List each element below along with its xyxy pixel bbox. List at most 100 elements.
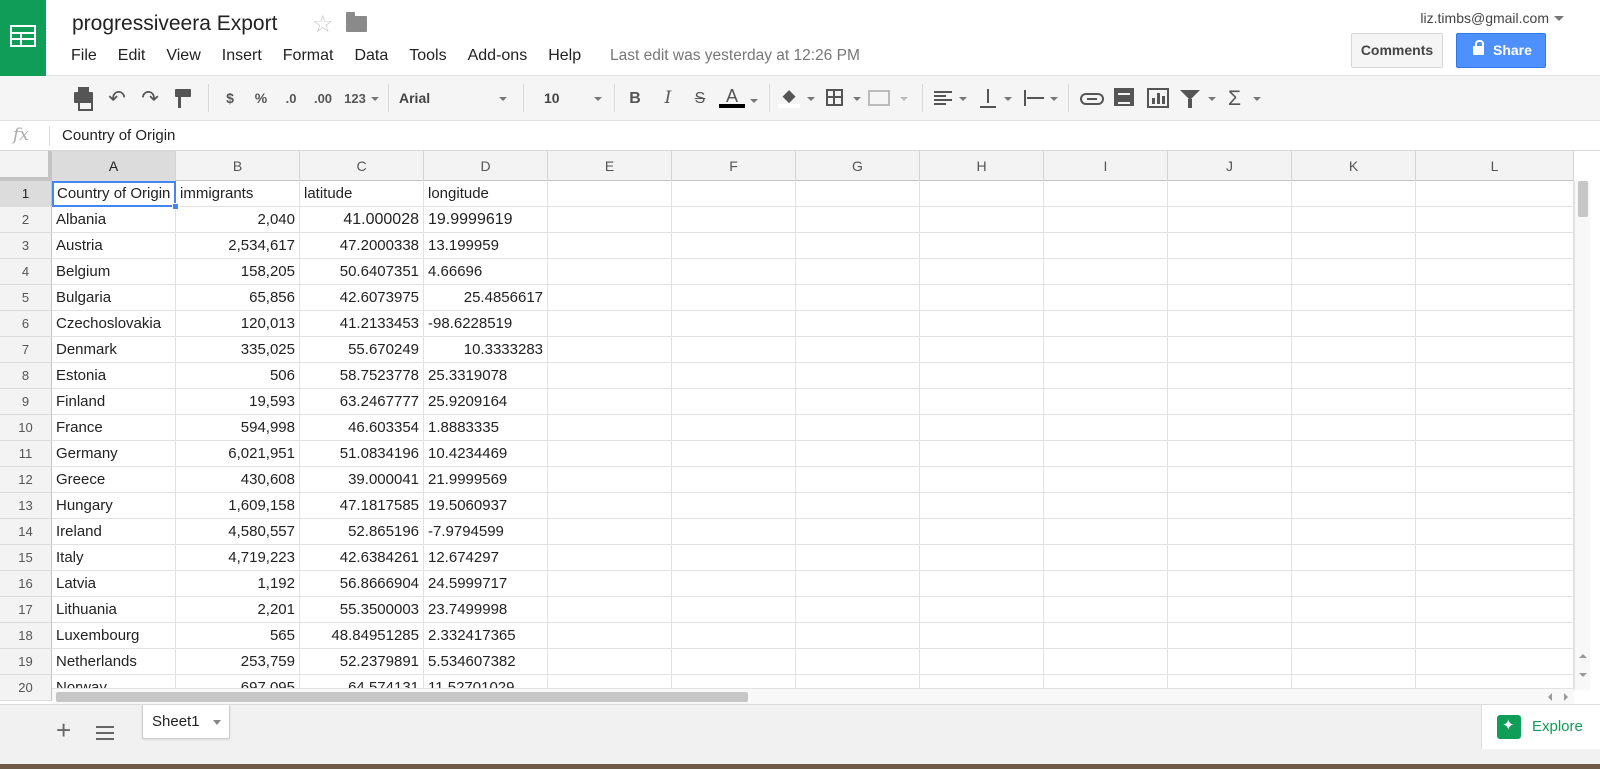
table-cell[interactable] [1416, 597, 1574, 623]
vertical-align-caret-icon[interactable] [1004, 97, 1012, 101]
undo-icon[interactable]: ↶ [106, 76, 128, 121]
table-cell[interactable] [1416, 207, 1574, 233]
currency-format-button[interactable]: $ [219, 76, 241, 121]
table-cell[interactable] [1168, 233, 1292, 259]
table-cell[interactable] [796, 415, 920, 441]
table-cell[interactable] [1044, 493, 1168, 519]
row-header-2[interactable]: 2 [0, 207, 52, 233]
document-title[interactable]: progressiveera Export [72, 12, 277, 36]
column-header-i[interactable]: I [1044, 151, 1168, 181]
table-cell[interactable] [1168, 649, 1292, 675]
explore-button[interactable]: Explore [1481, 705, 1600, 749]
insert-link-icon[interactable] [1080, 93, 1104, 105]
menu-data[interactable]: Data [341, 46, 396, 66]
row-header-4[interactable]: 4 [0, 259, 52, 285]
table-cell[interactable]: 50.6407351 [300, 259, 424, 285]
filter-icon[interactable] [1180, 90, 1200, 108]
horizontal-scroll-thumb[interactable] [56, 692, 748, 702]
table-cell[interactable]: 2,201 [176, 597, 300, 623]
table-cell[interactable] [796, 259, 920, 285]
table-cell[interactable]: 2.332417365 [424, 623, 548, 649]
insert-comment-icon[interactable] [1114, 88, 1134, 106]
table-cell[interactable]: Netherlands [52, 649, 176, 675]
scroll-left-arrow-icon[interactable] [1548, 693, 1552, 701]
table-cell[interactable]: 21.9999569 [424, 467, 548, 493]
table-cell[interactable] [1416, 649, 1574, 675]
table-cell[interactable]: Luxembourg [52, 623, 176, 649]
table-cell[interactable] [796, 571, 920, 597]
header-cell[interactable] [796, 181, 920, 207]
table-cell[interactable] [548, 311, 672, 337]
row-header-20[interactable]: 20 [0, 675, 52, 701]
row-header-8[interactable]: 8 [0, 363, 52, 389]
horizontal-align-caret-icon[interactable] [959, 97, 967, 101]
vertical-align-icon[interactable] [980, 89, 996, 108]
table-cell[interactable] [1416, 441, 1574, 467]
header-cell[interactable]: immigrants [176, 181, 300, 207]
table-cell[interactable] [1292, 571, 1416, 597]
row-header-13[interactable]: 13 [0, 493, 52, 519]
table-cell[interactable]: 48.84951285 [300, 623, 424, 649]
table-cell[interactable] [1168, 493, 1292, 519]
select-all-corner[interactable] [0, 151, 52, 181]
table-cell[interactable] [796, 389, 920, 415]
table-cell[interactable]: Denmark [52, 337, 176, 363]
column-header-h[interactable]: H [920, 151, 1044, 181]
table-cell[interactable] [796, 363, 920, 389]
menu-format[interactable]: Format [270, 46, 342, 66]
bold-button[interactable]: B [625, 76, 645, 121]
table-cell[interactable] [672, 389, 796, 415]
table-cell[interactable] [920, 467, 1044, 493]
table-cell[interactable] [672, 337, 796, 363]
header-cell[interactable] [920, 181, 1044, 207]
table-cell[interactable]: 253,759 [176, 649, 300, 675]
table-cell[interactable]: 25.9209164 [424, 389, 548, 415]
table-cell[interactable]: Czechoslovakia [52, 311, 176, 337]
table-cell[interactable] [548, 467, 672, 493]
table-cell[interactable]: 41.2133453 [300, 311, 424, 337]
table-cell[interactable] [1168, 441, 1292, 467]
table-cell[interactable] [1044, 415, 1168, 441]
table-cell[interactable] [548, 493, 672, 519]
table-cell[interactable] [1168, 415, 1292, 441]
fill-handle[interactable] [172, 203, 179, 210]
filter-caret-icon[interactable] [1208, 97, 1216, 101]
table-cell[interactable]: -98.6228519 [424, 311, 548, 337]
table-cell[interactable] [1044, 545, 1168, 571]
header-cell[interactable] [548, 181, 672, 207]
table-cell[interactable]: 46.603354 [300, 415, 424, 441]
table-cell[interactable]: Estonia [52, 363, 176, 389]
header-cell[interactable] [1044, 181, 1168, 207]
row-header-11[interactable]: 11 [0, 441, 52, 467]
table-cell[interactable]: Albania [52, 207, 176, 233]
menu-help[interactable]: Help [535, 46, 589, 66]
merge-cells-icon[interactable] [868, 90, 890, 106]
table-cell[interactable] [1044, 259, 1168, 285]
table-cell[interactable]: 5.534607382 [424, 649, 548, 675]
menu-tools[interactable]: Tools [396, 46, 454, 66]
table-cell[interactable] [672, 233, 796, 259]
table-cell[interactable] [1044, 519, 1168, 545]
last-edit-status[interactable]: Last edit was yesterday at 12:26 PM [610, 47, 860, 65]
account-caret-icon[interactable] [1554, 16, 1564, 21]
table-cell[interactable]: 63.2467777 [300, 389, 424, 415]
merge-caret-icon[interactable] [900, 97, 908, 101]
share-button[interactable]: Share [1456, 33, 1546, 68]
table-cell[interactable]: 430,608 [176, 467, 300, 493]
star-icon[interactable]: ☆ [312, 10, 334, 39]
table-cell[interactable] [672, 571, 796, 597]
menu-edit[interactable]: Edit [105, 46, 154, 66]
table-cell[interactable] [672, 415, 796, 441]
scroll-down-arrow-icon[interactable] [1579, 673, 1587, 677]
table-cell[interactable] [796, 623, 920, 649]
row-header-10[interactable]: 10 [0, 415, 52, 441]
table-cell[interactable]: 42.6073975 [300, 285, 424, 311]
table-cell[interactable]: 23.7499998 [424, 597, 548, 623]
sheet-tab-caret-icon[interactable] [213, 720, 221, 725]
row-header-14[interactable]: 14 [0, 519, 52, 545]
table-cell[interactable]: 335,025 [176, 337, 300, 363]
table-cell[interactable] [1292, 649, 1416, 675]
table-cell[interactable] [1416, 311, 1574, 337]
table-cell[interactable] [1044, 389, 1168, 415]
table-cell[interactable]: 19.5060937 [424, 493, 548, 519]
